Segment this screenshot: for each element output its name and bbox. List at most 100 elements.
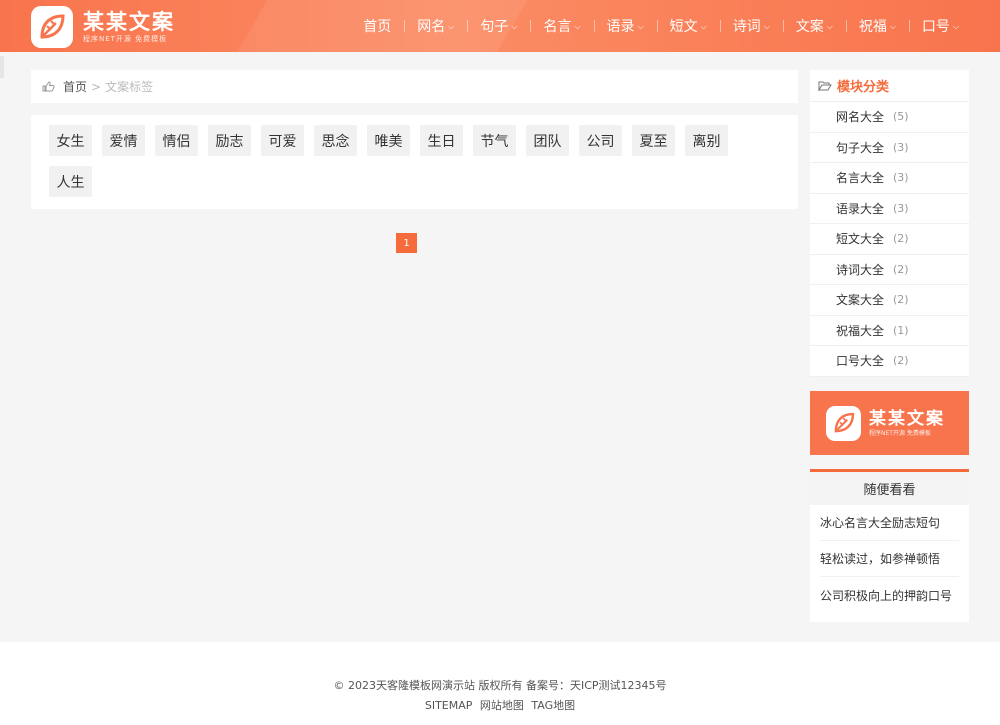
nav-item-mingyan[interactable]: 名言 ⌵ (530, 16, 593, 36)
tag-link[interactable]: 励志 (208, 125, 251, 156)
category-count: (3) (893, 140, 909, 154)
nav-item-home[interactable]: 首页 (350, 16, 404, 36)
category-label: 祝福大全 (836, 323, 885, 338)
tag-link[interactable]: 思念 (314, 125, 357, 156)
category-panel-header: 模块分类 (810, 70, 969, 102)
chevron-down-icon: ⌵ (763, 22, 770, 31)
nav-label: 首页 (363, 19, 392, 35)
chevron-down-icon: ⌵ (952, 22, 959, 31)
category-item[interactable]: 语录大全 (3) (810, 194, 969, 224)
category-count: (3) (893, 171, 909, 185)
random-panel-title: 随便看看 (810, 472, 969, 505)
tag-link[interactable]: 人生 (49, 166, 92, 197)
tag-link[interactable]: 生日 (420, 125, 463, 156)
footer-link-tag-map[interactable]: TAG地图 (531, 699, 575, 712)
nav-item-duanwen[interactable]: 短文 ⌵ (656, 16, 720, 36)
nav-item-wenan[interactable]: 文案 ⌵ (782, 16, 846, 36)
random-articles-panel: 随便看看 冰心名言大全励志短句 轻松读过，如参禅顿悟 公司积极向上的押韵口号 (810, 469, 969, 622)
nav-item-kouhao[interactable]: 口号 ⌵ (908, 16, 972, 36)
footer-links: SITEMAP 网站地图 TAG地图 (0, 697, 1000, 713)
banner-title: 某某文案 (869, 408, 945, 429)
breadcrumb-home-link[interactable]: 首页 (63, 78, 87, 95)
category-count: (2) (893, 293, 909, 307)
main-nav: 首页 网名 ⌵ 句子 ⌵ 名言 ⌵ 语录 ⌵ 短文 ⌵ 诗词 ⌵ 文案 ⌵ 祝福 ⌵ 口号 ⌵ (350, 0, 972, 52)
tag-link[interactable]: 可爱 (261, 125, 304, 156)
category-label: 句子大全 (836, 140, 885, 155)
category-item[interactable]: 网名大全 (5) (810, 102, 969, 133)
category-item[interactable]: 短文大全 (2) (810, 224, 969, 255)
category-count: (1) (893, 323, 909, 337)
category-count: (2) (893, 232, 909, 246)
footer-copyright: © 2023天客隆模板网演示站 版权所有 备案号：天ICP测试12345号 (333, 679, 667, 692)
breadcrumb: 首页 > 文案标签 (31, 70, 798, 103)
nav-item-wangming[interactable]: 网名 ⌵ (404, 16, 467, 36)
nav-label: 祝福 (858, 19, 887, 35)
tag-link[interactable]: 节气 (473, 125, 516, 156)
logo-icon (31, 6, 73, 48)
category-count: (3) (893, 201, 909, 215)
chevron-down-icon: ⌵ (889, 22, 896, 31)
category-item[interactable]: 名言大全 (3) (810, 163, 969, 194)
tag-link[interactable]: 团队 (526, 125, 569, 156)
site-footer: © 2023天客隆模板网演示站 版权所有 备案号：天ICP测试12345号 SI… (0, 642, 1000, 725)
nav-item-juzi[interactable]: 句子 ⌵ (467, 16, 530, 36)
site-header: 某某文案 程序NET开源 免费模板 首页 网名 ⌵ 句子 ⌵ 名言 ⌵ 语录 ⌵ 短文 ⌵… (0, 0, 1000, 52)
chevron-down-icon: ⌵ (448, 22, 455, 31)
category-item[interactable]: 诗词大全 (2) (810, 255, 969, 285)
nav-label: 句子 (480, 19, 509, 35)
logo-icon (826, 405, 861, 441)
chevron-down-icon: ⌵ (511, 22, 518, 31)
footer-link-sitemap[interactable]: SITEMAP (425, 699, 473, 712)
category-item[interactable]: 文案大全 (2) (810, 285, 969, 316)
category-item[interactable]: 句子大全 (3) (810, 133, 969, 163)
chevron-down-icon: ⌵ (574, 22, 581, 31)
nav-label: 名言 (543, 19, 572, 35)
breadcrumb-current: 文案标签 (105, 80, 154, 94)
pagination-current-page[interactable]: 1 (396, 233, 417, 253)
nav-item-zhufu[interactable]: 祝福 ⌵ (845, 16, 909, 36)
tag-link[interactable]: 爱情 (102, 125, 145, 156)
tag-link[interactable]: 情侣 (155, 125, 198, 156)
sidebar-logo-banner[interactable]: 某某文案 程序NET开源 免费模板 (810, 391, 969, 455)
category-item[interactable]: 祝福大全 (1) (810, 316, 969, 346)
nav-label: 文案 (795, 19, 824, 35)
breadcrumb-separator: > (91, 79, 102, 94)
category-count: (2) (893, 354, 909, 368)
category-panel-title: 模块分类 (837, 80, 890, 95)
logo-subtitle: 程序NET开源 免费模板 (83, 35, 168, 43)
random-article-link[interactable]: 公司积极向上的押韵口号 (820, 577, 959, 613)
folder-open-icon (818, 81, 832, 91)
nav-label: 短文 (669, 19, 698, 35)
logo-title: 某某文案 (83, 10, 175, 34)
chevron-down-icon: ⌵ (700, 22, 707, 31)
nav-label: 网名 (417, 19, 446, 35)
category-count: (5) (893, 110, 909, 124)
nav-label: 口号 (921, 19, 950, 35)
nav-item-yulu[interactable]: 语录 ⌵ (593, 16, 657, 36)
category-label: 语录大全 (836, 201, 885, 216)
tag-cloud: 女生 爱情 情侣 励志 可爱 思念 唯美 生日 节气 团队 公司 夏至 离别 人… (31, 115, 798, 209)
random-article-link[interactable]: 冰心名言大全励志短句 (820, 505, 959, 541)
chevron-down-icon: ⌵ (637, 22, 644, 31)
category-label: 文案大全 (836, 293, 885, 308)
tag-link[interactable]: 女生 (49, 125, 92, 156)
tag-link[interactable]: 公司 (579, 125, 622, 156)
category-label: 诗词大全 (836, 262, 885, 277)
category-panel: 模块分类 网名大全 (5) 句子大全 (3) 名言大全 (3) 语录大全 (3) 短文大… (810, 70, 969, 377)
category-label: 短文大全 (836, 232, 885, 247)
category-label: 网名大全 (836, 110, 885, 125)
footer-link-site-map[interactable]: 网站地图 (480, 699, 524, 712)
thumbs-up-icon (42, 81, 55, 92)
tag-link[interactable]: 唯美 (367, 125, 410, 156)
tag-link[interactable]: 夏至 (632, 125, 675, 156)
tag-link[interactable]: 离别 (685, 125, 728, 156)
nav-item-shici[interactable]: 诗词 ⌵ (719, 16, 783, 36)
category-label: 名言大全 (836, 171, 885, 186)
random-article-link[interactable]: 轻松读过，如参禅顿悟 (820, 541, 959, 577)
nav-label: 语录 (606, 19, 635, 35)
category-item[interactable]: 口号大全 (2) (810, 346, 969, 377)
banner-subtitle: 程序NET开源 免费模板 (869, 429, 931, 437)
site-logo[interactable]: 某某文案 程序NET开源 免费模板 (31, 6, 175, 48)
page-edge-tab (0, 56, 4, 78)
category-label: 口号大全 (836, 354, 885, 369)
